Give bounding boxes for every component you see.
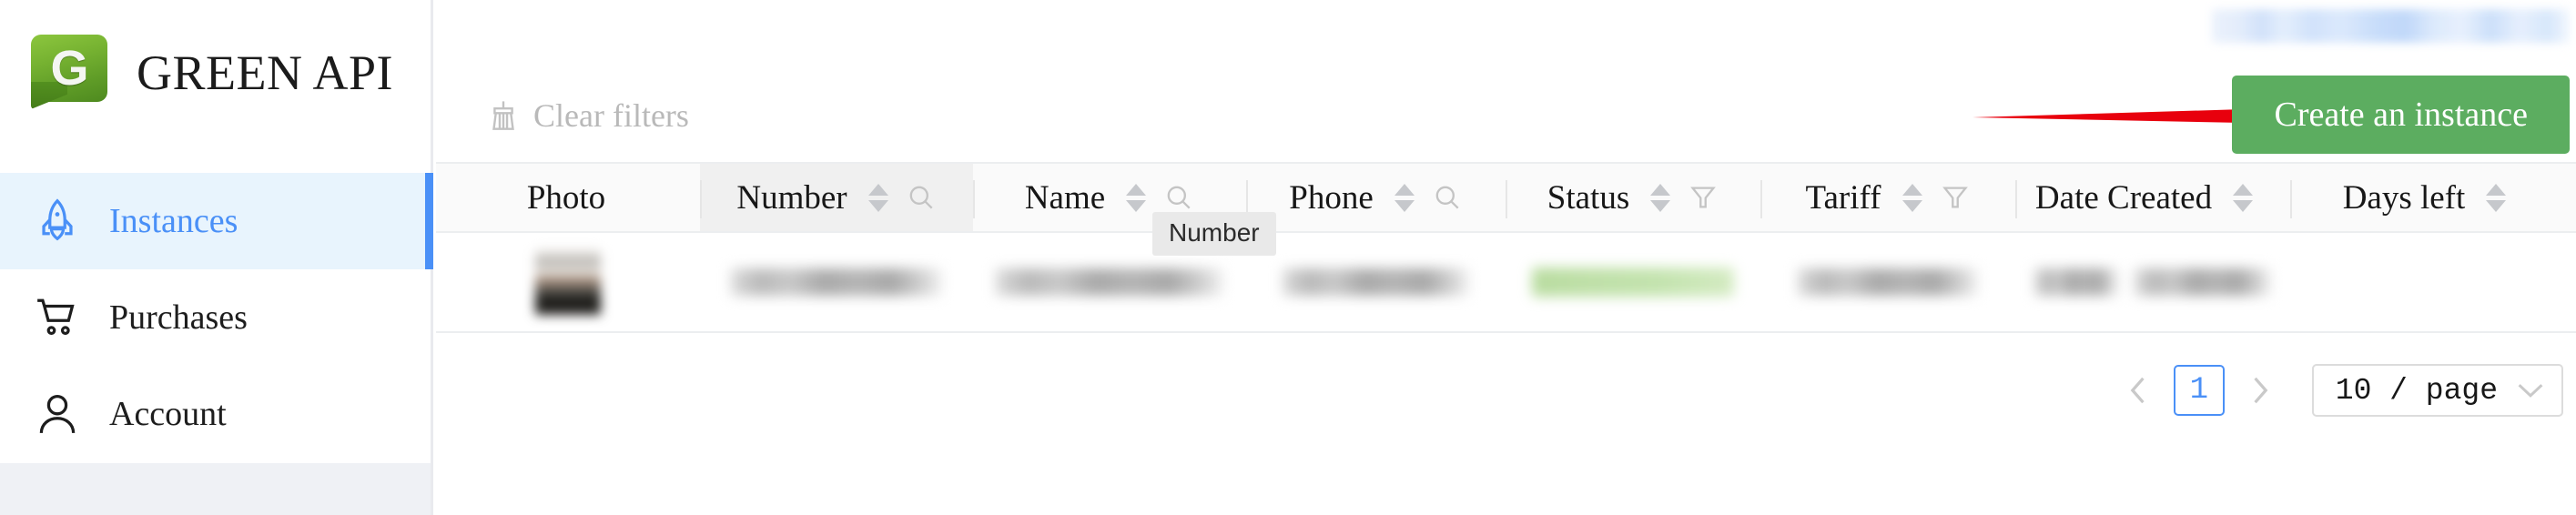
sidebar-nav: Instances Purchases Account: [0, 173, 433, 462]
search-icon[interactable]: [1163, 182, 1194, 213]
clear-filters-label: Clear filters: [533, 97, 689, 134]
column-tools: [867, 182, 937, 213]
sidebar-item-label: Instances: [109, 202, 238, 240]
page-number-1[interactable]: 1: [2173, 365, 2225, 416]
page-size-select[interactable]: 10 / page: [2311, 364, 2563, 417]
cell-date-created: [2015, 233, 2290, 331]
table-body: [436, 233, 2576, 333]
column-label: Phone: [1289, 178, 1374, 217]
column-label: Tariff: [1805, 178, 1881, 217]
search-icon[interactable]: [906, 182, 937, 213]
sidebar-item-label: Account: [109, 395, 227, 433]
chevron-left-icon[interactable]: [2117, 365, 2159, 416]
status-badge: [1532, 268, 1734, 297]
sidebar-item-instances[interactable]: Instances: [0, 173, 433, 269]
column-label: Days left: [2342, 178, 2466, 217]
column-tools: [1394, 182, 1463, 213]
table-header-number[interactable]: Number: [700, 164, 973, 231]
pagination: 1 10 / page: [2117, 364, 2563, 417]
column-label: Number: [736, 178, 847, 217]
user-icon: [29, 386, 86, 442]
redacted-part: [2034, 268, 2118, 296]
table-row[interactable]: [436, 233, 2576, 333]
brand[interactable]: G GREEN API: [31, 35, 393, 111]
search-icon[interactable]: [1432, 182, 1463, 213]
column-tools: [1902, 182, 1971, 213]
column-tools: [2232, 183, 2270, 212]
rocket-icon: [29, 193, 86, 249]
sidebar-item-account[interactable]: Account: [0, 366, 433, 462]
column-label: Photo: [526, 178, 606, 217]
brand-name: GREEN API: [137, 45, 394, 100]
broom-icon: [488, 99, 519, 132]
sort-arrows-icon[interactable]: [1902, 183, 1923, 212]
cart-icon: [29, 289, 86, 346]
table-header-photo[interactable]: Photo: [436, 164, 700, 231]
table-header-days-left[interactable]: Days left: [2290, 164, 2576, 231]
cell-status: [1506, 233, 1760, 331]
redacted-value: [2034, 268, 2271, 296]
page-size-label: 10 / page: [2335, 373, 2498, 408]
sort-arrows-icon[interactable]: [1649, 183, 1671, 212]
column-label: Name: [1024, 178, 1106, 217]
column-label: Date Created: [2034, 178, 2213, 217]
sort-arrows-icon[interactable]: [1125, 183, 1147, 212]
sidebar-item-label: Purchases: [109, 298, 248, 337]
instances-table: Photo Number Name Phone Status Tariff Da…: [436, 162, 2576, 333]
green-api-logo-icon: G: [31, 35, 107, 111]
avatar: [535, 249, 601, 315]
table-header-tariff[interactable]: Tariff: [1760, 164, 2015, 231]
cell-phone: [1246, 233, 1506, 331]
table-header-status[interactable]: Status: [1506, 164, 1760, 231]
cell-number: [700, 233, 973, 331]
create-instance-button[interactable]: Create an instance: [2232, 76, 2570, 154]
redacted-value: [731, 268, 942, 296]
sort-arrows-icon[interactable]: [1394, 183, 1415, 212]
clear-filters-button[interactable]: Clear filters: [488, 96, 689, 135]
sidebar-footer: [0, 463, 431, 515]
logo-letter: G: [50, 41, 88, 96]
sort-arrows-icon[interactable]: [2232, 183, 2254, 212]
column-label: Status: [1547, 178, 1630, 217]
sidebar: G GREEN API Instances Purchases Account: [0, 0, 433, 515]
filter-icon[interactable]: [1688, 182, 1719, 213]
table-header-row: Photo Number Name Phone Status Tariff Da…: [436, 162, 2576, 233]
column-tools: [1649, 182, 1719, 213]
cell-photo: [436, 233, 700, 331]
account-chip-redacted[interactable]: [2212, 9, 2570, 43]
redacted-part: [2135, 268, 2271, 296]
sidebar-item-purchases[interactable]: Purchases: [0, 269, 433, 366]
redacted-value: [996, 268, 1223, 296]
main-content: Clear filters Create an instance Photo N…: [436, 0, 2576, 515]
chevron-down-icon: [2516, 380, 2545, 400]
cell-tariff: [1760, 233, 2015, 331]
table-header-phone[interactable]: Phone: [1246, 164, 1506, 231]
sort-arrows-icon[interactable]: [867, 183, 889, 212]
sort-arrows-icon[interactable]: [2485, 183, 2507, 212]
column-tools: [1125, 182, 1194, 213]
column-tooltip: Number: [1152, 212, 1276, 256]
instances-page: G GREEN API Instances Purchases Account …: [0, 0, 2576, 515]
chevron-right-icon[interactable]: [2239, 365, 2281, 416]
table-header-date-created[interactable]: Date Created: [2015, 164, 2290, 231]
cell-days-left: [2290, 233, 2576, 331]
filter-icon[interactable]: [1940, 182, 1971, 213]
column-tools: [2485, 183, 2523, 212]
redacted-value: [1283, 268, 1469, 296]
redacted-value: [1798, 268, 1978, 296]
